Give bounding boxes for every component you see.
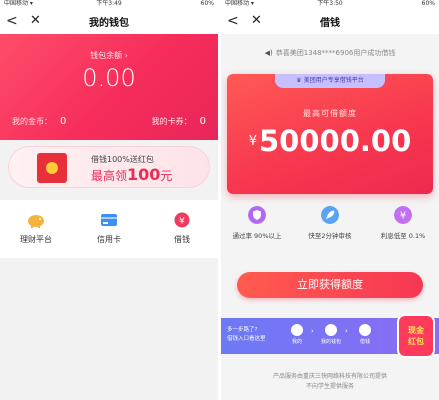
feature-approval: 通过率 90%以上 [221,206,293,240]
feature-speed: 快至2分钟审核 [294,206,366,240]
battery-text: 60% [200,0,214,7]
time-text: 下午3:50 [317,0,343,7]
footer-line2: 不向学生提供服务 [305,383,354,390]
feature-interest: ¥ 利息低至 0.1% [367,206,439,240]
promo-line1: 借钱100%送红包 [91,155,154,164]
cards-entry[interactable]: 我的卡券： 0 [152,116,206,127]
feature-row: 通过率 90%以上 快至2分钟审核 ¥ 利息低至 0.1% [221,206,439,256]
guide-step-wallet: 我的钱包 [317,324,345,345]
yen-icon: ¥ [174,212,190,228]
grid-label-credit-card: 信用卡 [97,235,121,244]
redpack-line2: 红包 [408,337,424,346]
coins-entry[interactable]: 我的金币： 0 [12,116,66,127]
cards-value: 0 [199,116,206,127]
guide-step-mine: 我的 [283,324,311,345]
coins-value: 0 [60,116,67,127]
guide-step-label: 我的钱包 [320,339,341,345]
nav-bar: < ✕ 借钱 [221,8,439,34]
rocket-icon [321,206,339,224]
promo-banner[interactable]: 借钱100%送红包 最高领100元 [8,146,210,188]
cash-red-packet-button[interactable]: 现金 红包 [397,314,435,358]
status-bar: 中国移动 ▾ 下午3:50 60% [221,0,439,8]
amount-value: 50000.00 [259,124,412,158]
feature-interest-text: 利息低至 0.1% [380,232,426,240]
balance-link[interactable]: 钱包余额 › [0,50,218,61]
feature-speed-text: 快至2分钟审核 [308,232,352,240]
promo-line2: 最高领100元 [91,165,172,184]
promo-prefix: 最高领 [91,169,128,183]
footer-disclaimer: 产品服务由重庆三快网络科技有限公司提供 不向学生提供服务 [221,372,439,392]
service-grid: 理财平台 信用卡 ¥ 借钱 [0,200,218,258]
page-title: 借钱 [320,18,340,29]
crown-icon: ♛ [296,77,302,84]
loan-limit-card: ♛ 美团用户专享借钱平台 最高可借额度 ¥50000.00 [227,74,433,194]
guide-text: 多一步路了? 借钱入口看这里 [227,326,266,344]
nav-bar: < ✕ 我的钱包 [0,8,218,34]
feature-approval-text: 通过率 90%以上 [232,232,282,240]
guide-step-borrow: 借钱 [351,324,379,345]
max-limit-amount: ¥50000.00 [227,124,433,158]
credit-card-icon [101,214,117,226]
success-notice: ◀) 恭喜美团1348****6906用户成功借钱 [221,48,439,58]
guide-step-label: 借钱 [359,339,370,345]
tag-text: 美团用户专享借钱平台 [303,77,364,84]
currency-symbol: ¥ [248,134,257,149]
guide-line1: 多一步路了? [227,327,258,333]
notice-text: 恭喜美团1348****6906用户成功借钱 [275,49,396,57]
speaker-icon: ◀) [264,49,273,57]
max-limit-label: 最高可借额度 [303,109,357,118]
wallet-icon [325,324,337,336]
grid-item-finance[interactable]: 理财平台 [0,212,72,245]
time-text: 下午3:49 [96,0,122,7]
grid-label-finance: 理财平台 [20,235,52,244]
svg-text:¥: ¥ [179,217,185,227]
yen-coin-icon: ¥ [394,206,412,224]
cards-label: 我的卡券： [151,117,192,126]
balance-value: 0.00 [82,64,136,92]
battery-text: 60% [421,0,435,7]
shield-icon [248,206,266,224]
grid-label-borrow: 借钱 [174,235,190,244]
grid-item-credit-card[interactable]: 信用卡 [73,212,145,245]
footer-line1: 产品服务由重庆三快网络科技有限公司提供 [272,373,387,380]
user-icon [291,324,303,336]
promo-suffix: 元 [160,169,173,183]
page-title: 我的钱包 [89,18,129,29]
redpack-line1: 现金 [408,326,424,335]
piggy-bank-icon [28,215,44,228]
exclusive-tag: ♛ 美团用户专享借钱平台 [275,74,385,88]
coins-label: 我的金币： [12,117,52,126]
grid-item-borrow[interactable]: ¥ 借钱 [146,212,218,245]
guide-line2: 借钱入口看这里 [227,336,266,342]
wallet-header: 钱包余额 › 0.00 我的金币： 0 我的卡券： 0 [0,34,218,140]
arrow-right-icon: › [345,327,348,335]
promo-amount: 100 [127,165,161,184]
arrow-right-icon: › [311,327,314,335]
status-bar: 中国移动 ▾ 下午3:49 60% [0,0,218,8]
red-envelope-icon [37,153,67,183]
yen-icon [359,324,371,336]
svg-text:¥: ¥ [400,211,406,222]
guide-step-label: 我的 [291,339,302,345]
get-limit-button[interactable]: 立即获得额度 [237,272,423,298]
borrow-screen: 中国移动 ▾ 下午3:50 60% < ✕ 借钱 ◀) 恭喜美团1348****6… [221,0,439,400]
wallet-screen: 中国移动 ▾ 下午3:49 60% < ✕ 我的钱包 钱包余额 › 0.00 我… [0,0,218,400]
